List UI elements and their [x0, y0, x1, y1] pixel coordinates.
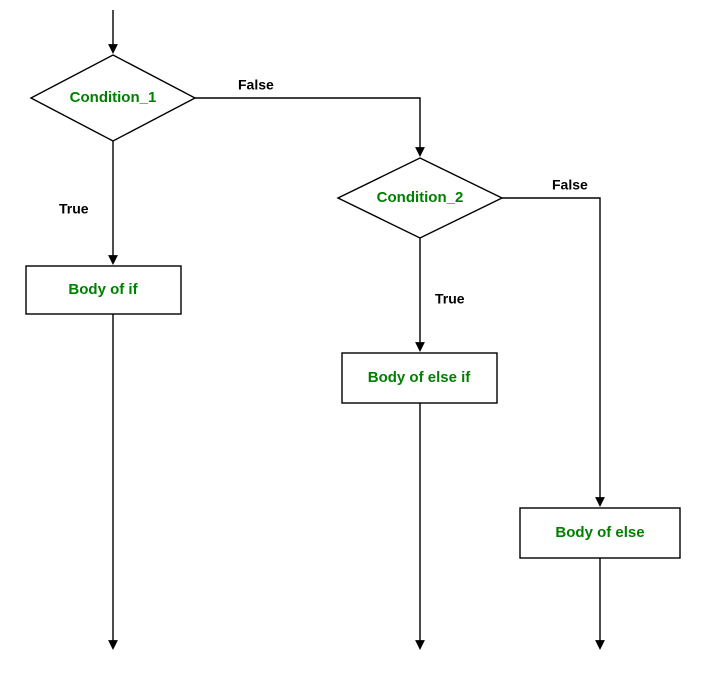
edge-c2-false [502, 198, 600, 505]
process-body-if-label: Body of if [68, 281, 138, 298]
edge-c2-false-label: False [552, 177, 588, 193]
edge-c1-false [195, 98, 420, 155]
condition-1-label: Condition_1 [70, 89, 157, 106]
process-body-elseif-label: Body of else if [368, 369, 472, 386]
process-body-else-label: Body of else [555, 524, 644, 541]
condition-2-label: Condition_2 [377, 189, 464, 206]
edge-c2-true-label: True [435, 291, 465, 307]
edge-c1-true-label: True [59, 201, 89, 217]
edge-c1-false-label: False [238, 77, 274, 93]
